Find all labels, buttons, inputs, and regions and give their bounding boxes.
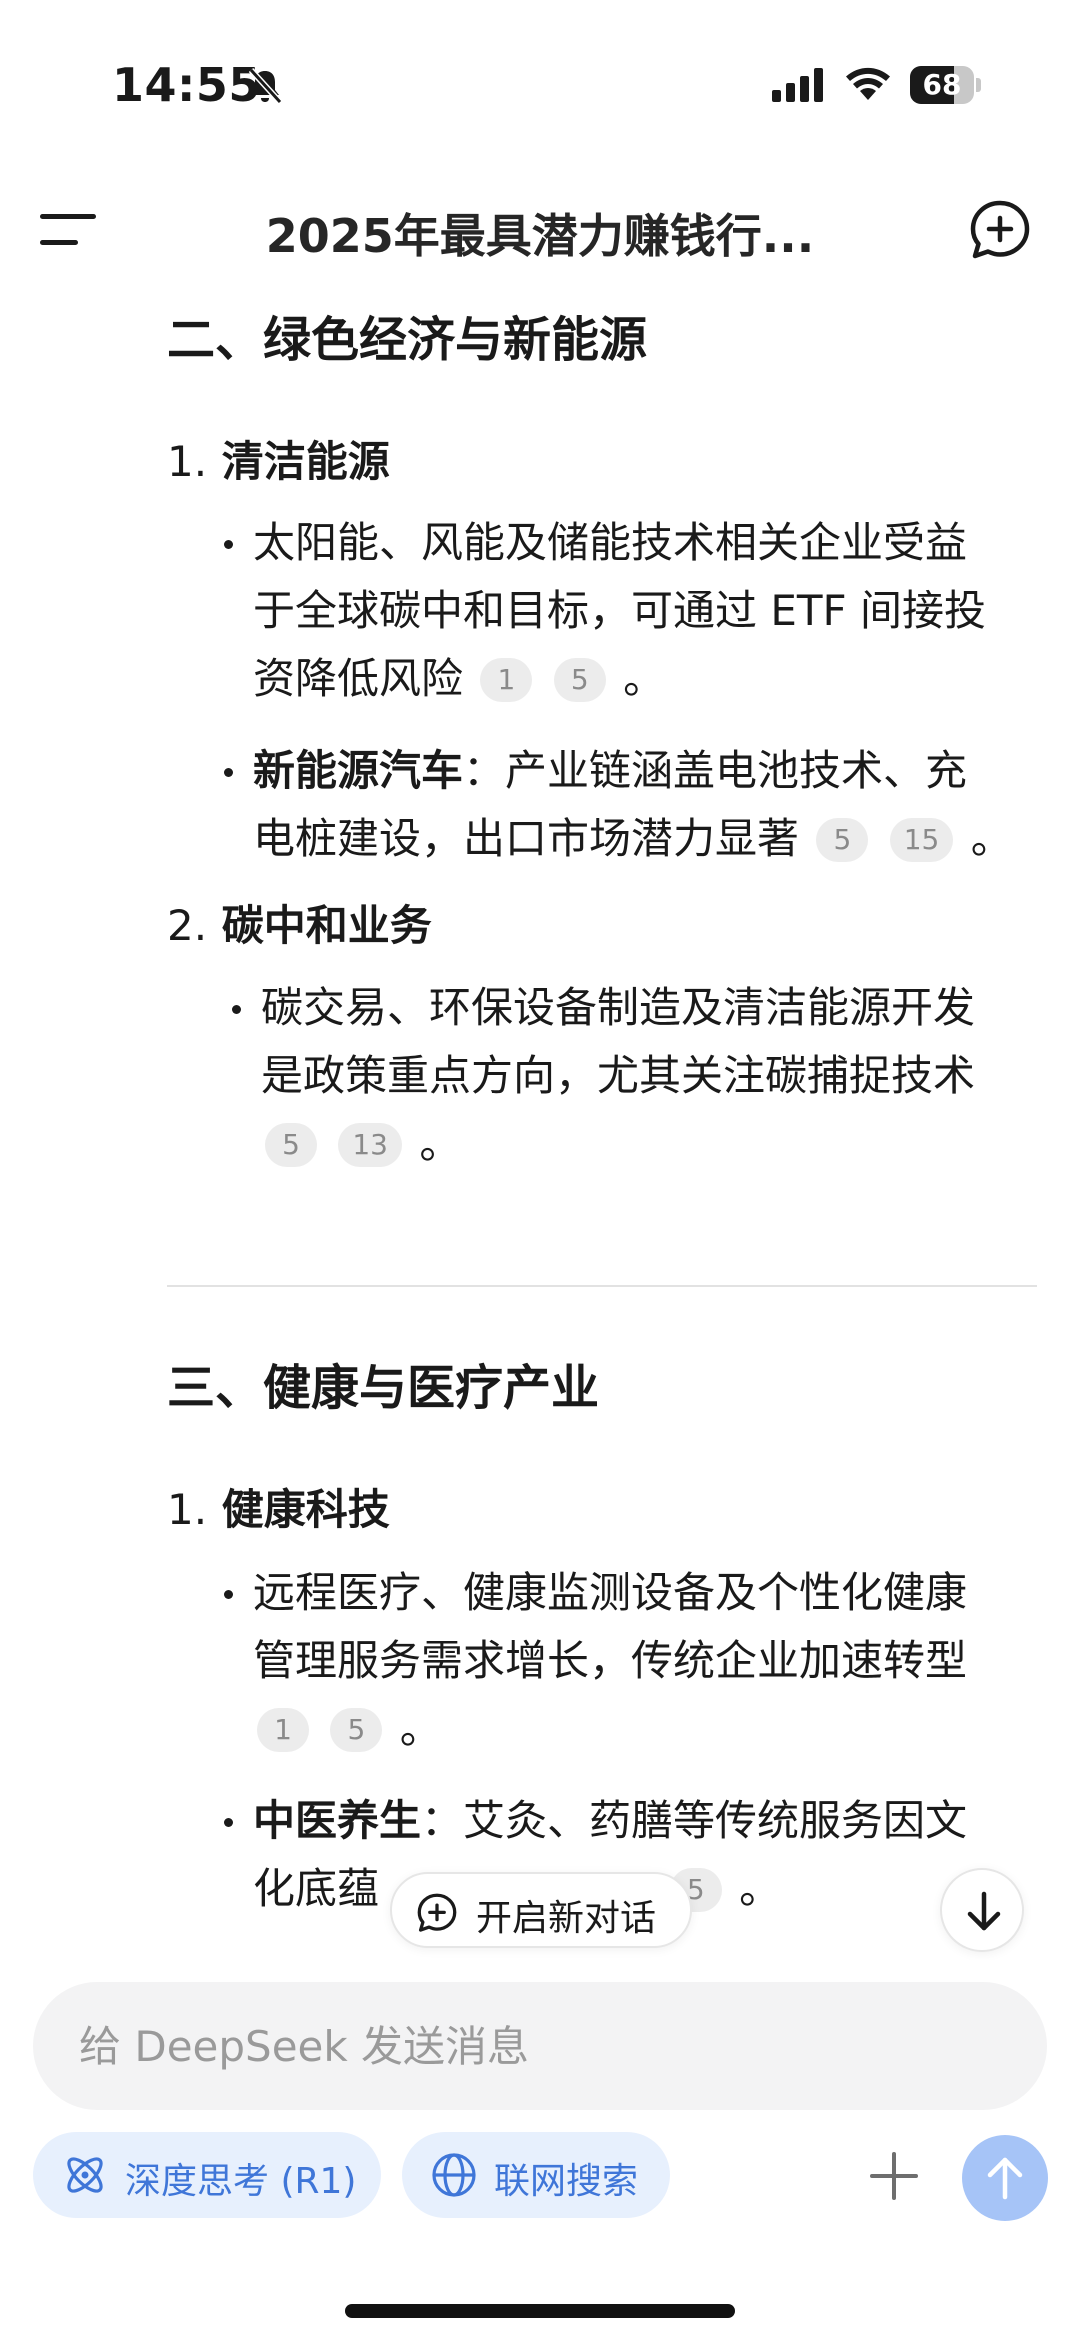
paragraph-text: 资降低风险	[253, 654, 464, 703]
deep-think-toggle[interactable]: 深度思考 (R1)	[33, 2132, 381, 2218]
bullet-dot	[224, 1590, 233, 1599]
paragraph-line: 资降低风险 1 5 。	[253, 649, 665, 709]
paragraph-line: 管理服务需求增长，传统企业加速转型	[253, 1636, 968, 1685]
paragraph-line: 电桩建设，出口市场潜力显著 5 15 。	[253, 809, 1013, 869]
punctuation: 。	[970, 814, 1013, 863]
paragraph-line: 是政策重点方向，尤其关注碳捕捉技术	[261, 1051, 976, 1100]
citation-badge[interactable]: 1	[257, 1708, 309, 1752]
send-button[interactable]	[962, 2135, 1048, 2221]
deep-think-label: 深度思考 (R1)	[125, 2161, 357, 2202]
plus-icon[interactable]	[868, 2150, 920, 2202]
bullet-dot	[224, 768, 233, 777]
globe-icon	[432, 2153, 476, 2197]
paragraph-line: 碳交易、环保设备制造及清洁能源开发	[261, 983, 976, 1032]
list-number: 2.	[167, 901, 208, 950]
composer: 深度思考 (R1) 联网搜索	[0, 1960, 1080, 2348]
arrow-up-icon	[987, 2157, 1023, 2200]
web-search-label: 联网搜索	[494, 2161, 639, 2202]
web-search-toggle[interactable]: 联网搜索	[402, 2132, 670, 2218]
section-divider	[167, 1285, 1037, 1287]
paragraph-line: 于全球碳中和目标，可通过 ETF 间接投	[253, 586, 987, 635]
subheading-label: 碳中和业务	[221, 901, 432, 950]
subheading-health-tech: 1. 健康科技	[167, 1476, 390, 1537]
paragraph-text: 电桩建设，出口市场潜力显著	[253, 814, 800, 863]
message-input[interactable]	[33, 1982, 1047, 2110]
subheading-label: 健康科技	[221, 1485, 390, 1534]
battery-tip	[976, 78, 981, 92]
bullet-dot	[224, 540, 233, 549]
open-new-chat-button[interactable]: 开启新对话	[390, 1872, 692, 1948]
citation-badge[interactable]: 13	[338, 1123, 402, 1167]
battery-body: 68	[910, 66, 974, 104]
bullet-dot	[224, 1818, 233, 1827]
paragraph-line: 5 13 。	[261, 1114, 461, 1174]
arrow-down-icon	[967, 1891, 1001, 1931]
scroll-to-bottom-button[interactable]	[940, 1868, 1024, 1952]
battery-percentage: 68	[922, 68, 962, 101]
signal-icon	[772, 68, 823, 102]
bell-slash-icon	[248, 67, 283, 105]
citation-badge[interactable]: 15	[889, 818, 954, 862]
status-bar: 14:55 68	[0, 0, 1080, 170]
paragraph-line: 中医养生：艾灸、药膳等传统服务因文	[253, 1791, 967, 1851]
status-time: 14:55	[112, 58, 261, 112]
citation-badge[interactable]: 1	[480, 658, 533, 702]
open-new-chat-label: 开启新对话	[476, 1898, 657, 1939]
bold-term: 中医养生	[253, 1796, 422, 1845]
chat-header: 2025年最具潜力赚钱行...	[0, 170, 1080, 290]
citation-badge[interactable]: 5	[330, 1708, 383, 1752]
paragraph-line: 1 5 。	[253, 1699, 442, 1759]
citation-badge[interactable]: 5	[816, 818, 869, 862]
subheading-carbon-neutral: 2. 碳中和业务	[167, 892, 432, 953]
battery-icon: 68	[910, 66, 981, 104]
paragraph-text: 化底蕴	[253, 1864, 380, 1913]
paragraph-text: ：产业链涵盖电池技术、充	[463, 746, 968, 795]
section-heading-green-economy: 二、绿色经济与新能源	[167, 312, 648, 368]
bold-term: 新能源汽车	[253, 746, 464, 795]
bullet-dot	[232, 1005, 241, 1014]
citation-badge[interactable]: 5	[265, 1123, 317, 1167]
section-heading-health: 三、健康与医疗产业	[167, 1360, 600, 1416]
list-number: 1.	[167, 437, 208, 486]
citation-badge[interactable]: 5	[553, 658, 606, 702]
new-chat-icon[interactable]	[968, 198, 1032, 262]
subheading-label: 清洁能源	[221, 437, 390, 486]
paragraph-line: 新能源汽车：产业链涵盖电池技术、充	[253, 741, 967, 801]
punctuation: 。	[623, 654, 666, 703]
punctuation: 。	[739, 1864, 782, 1913]
subheading-clean-energy: 1. 清洁能源	[167, 428, 390, 489]
home-indicator	[345, 2304, 735, 2318]
new-chat-icon	[417, 1893, 457, 1932]
paragraph-line: 远程医疗、健康监测设备及个性化健康	[253, 1568, 968, 1617]
paragraph-line: 太阳能、风能及储能技术相关企业受益	[253, 518, 968, 567]
punctuation: 。	[399, 1704, 442, 1753]
wifi-icon	[846, 67, 890, 100]
list-number: 1.	[167, 1485, 208, 1534]
hamburger-menu-icon[interactable]	[38, 208, 98, 252]
atom-icon	[67, 2157, 103, 2193]
chat-title[interactable]: 2025年最具潜力赚钱行...	[150, 200, 930, 266]
punctuation: 。	[419, 1119, 462, 1168]
paragraph-text: ：艾灸、药膳等传统服务因文	[421, 1796, 968, 1845]
